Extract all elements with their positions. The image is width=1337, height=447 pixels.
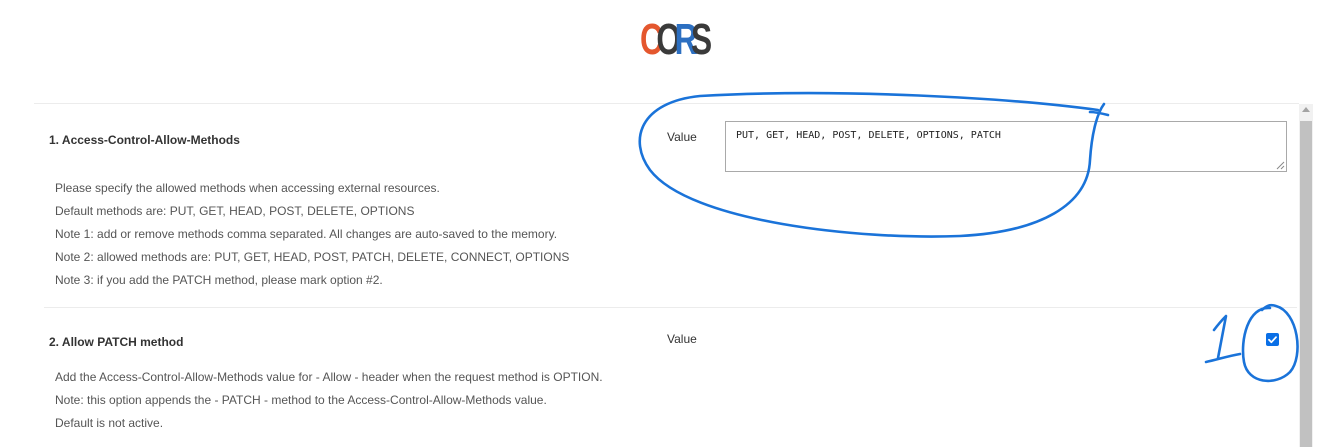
handwritten-one bbox=[1204, 314, 1242, 364]
allowed-methods-textarea[interactable]: PUT, GET, HEAD, POST, DELETE, OPTIONS, P… bbox=[725, 121, 1287, 172]
vertical-scrollbar[interactable] bbox=[1299, 104, 1313, 447]
top-divider bbox=[34, 103, 1299, 104]
option-divider bbox=[44, 307, 1297, 308]
scroll-up-arrow-icon[interactable] bbox=[1302, 107, 1310, 112]
description-line: Note 2: allowed methods are: PUT, GET, H… bbox=[55, 250, 570, 264]
description-line: Please specify the allowed methods when … bbox=[55, 181, 440, 195]
option-2-value-label: Value bbox=[667, 332, 697, 346]
scrollbar-thumb[interactable] bbox=[1300, 121, 1312, 447]
logo-letter-s: S bbox=[690, 15, 712, 64]
option-1-description: Please specify the allowed methods when … bbox=[55, 177, 569, 292]
resize-grip-icon[interactable] bbox=[1276, 161, 1285, 170]
logo-letter-o: O bbox=[656, 15, 681, 64]
option-1-value-label: Value bbox=[667, 130, 697, 144]
allow-patch-checkbox[interactable] bbox=[1266, 333, 1279, 346]
description-line: Note 1: add or remove methods comma sepa… bbox=[55, 227, 558, 241]
option-2-description: Add the Access-Control-Allow-Methods val… bbox=[55, 366, 603, 435]
allowed-methods-value: PUT, GET, HEAD, POST, DELETE, OPTIONS, P… bbox=[736, 130, 1001, 141]
checkmark-icon bbox=[1268, 336, 1277, 344]
description-line: Default methods are: PUT, GET, HEAD, POS… bbox=[55, 204, 415, 218]
description-line: Note 3: if you add the PATCH method, ple… bbox=[55, 273, 383, 287]
option-1-title: 1. Access-Control-Allow-Methods bbox=[49, 133, 240, 147]
logo-letter-r: R bbox=[674, 15, 698, 64]
cors-logo: CORS bbox=[640, 15, 712, 64]
logo-letter-c1: C bbox=[640, 15, 663, 64]
description-line: Add the Access-Control-Allow-Methods val… bbox=[55, 370, 603, 384]
description-line: Note: this option appends the - PATCH - … bbox=[55, 393, 547, 407]
description-line: Default is not active. bbox=[55, 416, 164, 430]
option-2-title: 2. Allow PATCH method bbox=[49, 335, 184, 349]
